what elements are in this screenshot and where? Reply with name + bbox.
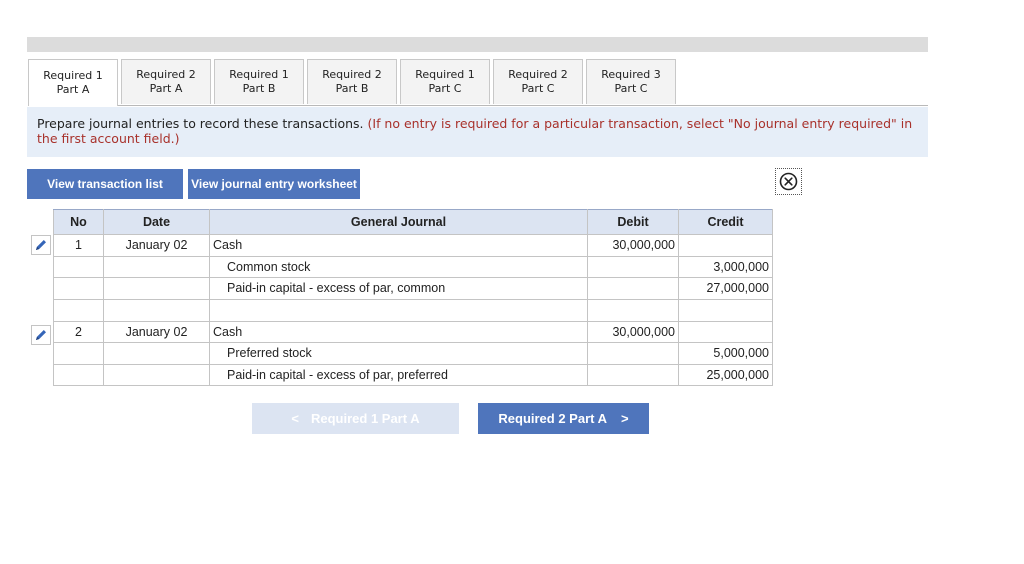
header-no: No: [53, 209, 104, 235]
table-row-spacer: [53, 298, 773, 322]
top-progress-bar: [27, 37, 928, 52]
edit-entry-1-button[interactable]: [31, 235, 51, 255]
entry-no: 1: [53, 234, 104, 257]
credit-cell: 5,000,000: [678, 342, 773, 365]
credit-cell: 3,000,000: [678, 255, 773, 278]
debit-cell: [587, 255, 679, 278]
general-journal-table: No Date General Journal Debit Credit 1 J…: [53, 209, 773, 386]
next-required-button[interactable]: Required 2 Part A >: [478, 403, 649, 434]
table-row: 1 January 02 Cash 30,000,000: [53, 234, 773, 257]
instructions-text: Prepare journal entries to record these …: [37, 116, 364, 131]
entry-no: 2: [53, 320, 104, 343]
table-row: Preferred stock 5,000,000: [53, 342, 773, 365]
credit-cell: 27,000,000: [678, 277, 773, 300]
close-circle-icon: [779, 172, 798, 191]
header-general-journal: General Journal: [209, 209, 588, 235]
close-button[interactable]: [775, 168, 802, 195]
debit-cell: [587, 277, 679, 300]
table-header-row: No Date General Journal Debit Credit: [53, 209, 773, 235]
next-button-label: Required 2 Part A: [498, 411, 607, 426]
credit-cell: [678, 320, 773, 343]
header-debit: Debit: [587, 209, 679, 235]
edit-entry-2-button[interactable]: [31, 325, 51, 345]
table-row: Paid-in capital - excess of par, common …: [53, 277, 773, 300]
entry-date: January 02: [103, 234, 210, 257]
tab-required-1-part-b[interactable]: Required 1 Part B: [214, 59, 304, 104]
entry-no: [53, 277, 104, 300]
view-journal-entry-worksheet-button[interactable]: View journal entry worksheet: [188, 169, 360, 199]
tab-required-1-part-a[interactable]: Required 1 Part A: [28, 59, 118, 106]
account-cell: Common stock: [209, 255, 588, 278]
tab-required-2-part-c[interactable]: Required 2 Part C: [493, 59, 583, 104]
account-cell: Paid-in capital - excess of par, common: [209, 277, 588, 300]
tab-required-3-part-c[interactable]: Required 3 Part C: [586, 59, 676, 104]
view-transaction-list-button[interactable]: View transaction list: [27, 169, 183, 199]
previous-button-label: Required 1 Part A: [310, 411, 420, 426]
entry-date: [103, 255, 210, 278]
table-row: 2 January 02 Cash 30,000,000: [53, 320, 773, 343]
account-cell: Cash: [209, 234, 588, 257]
table-row: Paid-in capital - excess of par, preferr…: [53, 363, 773, 386]
chevron-left-icon: <: [291, 411, 299, 426]
entry-date: [103, 342, 210, 365]
entry-no: [53, 255, 104, 278]
debit-cell: 30,000,000: [587, 320, 679, 343]
entry-no: [53, 342, 104, 365]
entry-date: [103, 277, 210, 300]
entry-date: January 02: [103, 320, 210, 343]
debit-cell: [587, 363, 679, 386]
pencil-icon: [36, 330, 46, 340]
tab-required-1-part-c[interactable]: Required 1 Part C: [400, 59, 490, 104]
requirement-tabs: Required 1 Part A Required 2 Part A Requir…: [28, 59, 679, 106]
table-row: Common stock 3,000,000: [53, 255, 773, 278]
instructions-panel: Prepare journal entries to record these …: [27, 107, 928, 157]
account-cell: Cash: [209, 320, 588, 343]
chevron-right-icon: >: [621, 411, 629, 426]
account-cell: Paid-in capital - excess of par, preferr…: [209, 363, 588, 386]
header-credit: Credit: [678, 209, 773, 235]
header-date: Date: [103, 209, 210, 235]
debit-cell: [587, 342, 679, 365]
entry-no: [53, 363, 104, 386]
entry-date: [103, 363, 210, 386]
credit-cell: 25,000,000: [678, 363, 773, 386]
previous-required-button[interactable]: < Required 1 Part A: [252, 403, 459, 434]
tab-required-2-part-b[interactable]: Required 2 Part B: [307, 59, 397, 104]
tab-required-2-part-a[interactable]: Required 2 Part A: [121, 59, 211, 104]
account-cell: Preferred stock: [209, 342, 588, 365]
debit-cell: 30,000,000: [587, 234, 679, 257]
credit-cell: [678, 234, 773, 257]
pencil-icon: [36, 240, 46, 250]
tab-divider: [28, 105, 928, 106]
